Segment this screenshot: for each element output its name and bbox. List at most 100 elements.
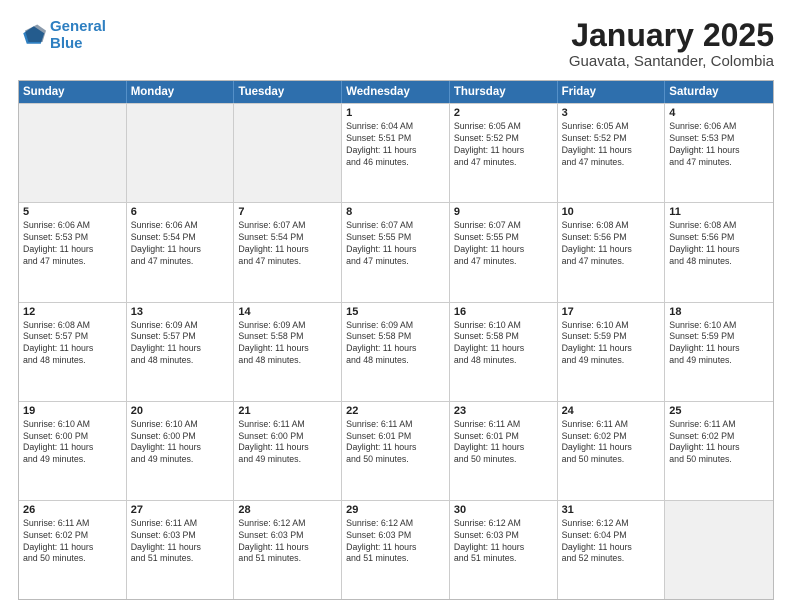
day-number: 7 (238, 206, 337, 218)
calendar-day-27: 27Sunrise: 6:11 AM Sunset: 6:03 PM Dayli… (127, 501, 235, 599)
calendar-day-13: 13 Sunrise: 6:09 AM Sunset: 5:57 PM Dayli… (127, 303, 235, 401)
day-info: Sunrise: 6:06 AM Sunset: 5:53 PM Dayligh… (23, 220, 122, 268)
logo-line2: Blue (50, 35, 83, 52)
day-number: 20 (131, 405, 230, 417)
day-info: Sunrise: 6:11 AM Sunset: 6:02 PM Dayligh… (562, 419, 661, 467)
logo: General Blue (18, 18, 106, 53)
calendar-day-6: 6 Sunrise: 6:06 AM Sunset: 5:54 PM Daylig… (127, 203, 235, 301)
day-info: Sunrise: 6:07 AM Sunset: 5:55 PM Dayligh… (454, 220, 553, 268)
logo-line1: General (50, 18, 106, 35)
calendar-day-30: 30 Sunrise: 6:12 AM Sunset: 6:03 PM Dayli… (450, 501, 558, 599)
title-block: January 2025 Guavata, Santander, Colombi… (569, 18, 774, 70)
calendar-day-1: 1 Sunrise: 6:04 AM Sunset: 5:51 PM Daylig… (342, 104, 450, 202)
day-info: Sunrise: 6:06 AM Sunset: 5:54 PM Dayligh… (131, 220, 230, 268)
day-number: 15 (346, 306, 445, 318)
day-info: Sunrise: 6:10 AM Sunset: 6:00 PM Dayligh… (23, 419, 122, 467)
day-info: Sunrise: 6:06 AM Sunset: 5:53 PM Dayligh… (669, 121, 769, 169)
day-info: Sunrise: 6:07 AM Sunset: 5:54 PM Dayligh… (238, 220, 337, 268)
calendar-day-2: 2Sunrise: 6:05 AM Sunset: 5:52 PM Daylig… (450, 104, 558, 202)
calendar-row-1: 1 Sunrise: 6:04 AM Sunset: 5:51 PM Daylig… (19, 103, 773, 202)
day-number: 1 (346, 107, 445, 119)
day-number: 12 (23, 306, 122, 318)
day-number: 11 (669, 206, 769, 218)
day-info: Sunrise: 6:10 AM Sunset: 5:59 PM Dayligh… (669, 320, 769, 368)
day-info: Sunrise: 6:11 AM Sunset: 6:01 PM Dayligh… (346, 419, 445, 467)
calendar-day-15: 15 Sunrise: 6:09 AM Sunset: 5:58 PM Dayli… (342, 303, 450, 401)
calendar-day-25: 25 Sunrise: 6:11 AM Sunset: 6:02 PM Dayli… (665, 402, 773, 500)
day-info: Sunrise: 6:10 AM Sunset: 5:58 PM Dayligh… (454, 320, 553, 368)
logo-icon (18, 21, 46, 49)
header-day-saturday: Saturday (665, 81, 773, 103)
day-info: Sunrise: 6:07 AM Sunset: 5:55 PM Dayligh… (346, 220, 445, 268)
day-info: Sunrise: 6:11 AM Sunset: 6:02 PM Dayligh… (669, 419, 769, 467)
day-info: Sunrise: 6:05 AM Sunset: 5:52 PM Dayligh… (454, 121, 553, 169)
day-info: Sunrise: 6:09 AM Sunset: 5:58 PM Dayligh… (346, 320, 445, 368)
calendar: SundayMondayTuesdayWednesdayThursdayFrid… (18, 80, 774, 600)
day-number: 8 (346, 206, 445, 218)
day-info: Sunrise: 6:11 AM Sunset: 6:01 PM Dayligh… (454, 419, 553, 467)
day-number: 6 (131, 206, 230, 218)
day-number: 21 (238, 405, 337, 417)
calendar-day-26: 26 Sunrise: 6:11 AM Sunset: 6:02 PM Dayli… (19, 501, 127, 599)
calendar-day-29: 29 Sunrise: 6:12 AM Sunset: 6:03 PM Dayli… (342, 501, 450, 599)
day-number: 5 (23, 206, 122, 218)
header-day-monday: Monday (127, 81, 235, 103)
day-number: 13 (131, 306, 230, 318)
calendar-day-23: 23Sunrise: 6:11 AM Sunset: 6:01 PM Dayli… (450, 402, 558, 500)
day-info: Sunrise: 6:12 AM Sunset: 6:03 PM Dayligh… (454, 518, 553, 566)
day-info: Sunrise: 6:12 AM Sunset: 6:03 PM Dayligh… (238, 518, 337, 566)
calendar-day-4: 4Sunrise: 6:06 AM Sunset: 5:53 PM Daylig… (665, 104, 773, 202)
day-number: 31 (562, 504, 661, 516)
day-info: Sunrise: 6:04 AM Sunset: 5:51 PM Dayligh… (346, 121, 445, 169)
day-info: Sunrise: 6:08 AM Sunset: 5:56 PM Dayligh… (669, 220, 769, 268)
day-number: 27 (131, 504, 230, 516)
calendar-day-empty (127, 104, 235, 202)
day-info: Sunrise: 6:08 AM Sunset: 5:57 PM Dayligh… (23, 320, 122, 368)
day-number: 18 (669, 306, 769, 318)
day-info: Sunrise: 6:11 AM Sunset: 6:02 PM Dayligh… (23, 518, 122, 566)
day-number: 16 (454, 306, 553, 318)
calendar-day-20: 20Sunrise: 6:10 AM Sunset: 6:00 PM Dayli… (127, 402, 235, 500)
day-number: 25 (669, 405, 769, 417)
day-number: 22 (346, 405, 445, 417)
logo-text: General Blue (50, 18, 106, 53)
day-number: 10 (562, 206, 661, 218)
calendar-subtitle: Guavata, Santander, Colombia (569, 53, 774, 70)
calendar-day-8: 8 Sunrise: 6:07 AM Sunset: 5:55 PM Daylig… (342, 203, 450, 301)
calendar-day-28: 28Sunrise: 6:12 AM Sunset: 6:03 PM Dayli… (234, 501, 342, 599)
page: General Blue January 2025 Guavata, Santa… (0, 0, 792, 612)
header: General Blue January 2025 Guavata, Santa… (18, 18, 774, 70)
day-info: Sunrise: 6:12 AM Sunset: 6:04 PM Dayligh… (562, 518, 661, 566)
calendar-title: January 2025 (569, 18, 774, 53)
header-day-thursday: Thursday (450, 81, 558, 103)
calendar-day-10: 10 Sunrise: 6:08 AM Sunset: 5:56 PM Dayli… (558, 203, 666, 301)
calendar-day-16: 16 Sunrise: 6:10 AM Sunset: 5:58 PM Dayli… (450, 303, 558, 401)
day-info: Sunrise: 6:09 AM Sunset: 5:58 PM Dayligh… (238, 320, 337, 368)
calendar-row-4: 19 Sunrise: 6:10 AM Sunset: 6:00 PM Dayli… (19, 401, 773, 500)
calendar-day-14: 14Sunrise: 6:09 AM Sunset: 5:58 PM Dayli… (234, 303, 342, 401)
day-info: Sunrise: 6:09 AM Sunset: 5:57 PM Dayligh… (131, 320, 230, 368)
day-info: Sunrise: 6:12 AM Sunset: 6:03 PM Dayligh… (346, 518, 445, 566)
day-number: 24 (562, 405, 661, 417)
day-number: 19 (23, 405, 122, 417)
day-number: 30 (454, 504, 553, 516)
calendar-day-5: 5 Sunrise: 6:06 AM Sunset: 5:53 PM Daylig… (19, 203, 127, 301)
day-info: Sunrise: 6:08 AM Sunset: 5:56 PM Dayligh… (562, 220, 661, 268)
calendar-day-21: 21 Sunrise: 6:11 AM Sunset: 6:00 PM Dayli… (234, 402, 342, 500)
header-day-friday: Friday (558, 81, 666, 103)
calendar-day-31: 31 Sunrise: 6:12 AM Sunset: 6:04 PM Dayli… (558, 501, 666, 599)
calendar-day-12: 12 Sunrise: 6:08 AM Sunset: 5:57 PM Dayli… (19, 303, 127, 401)
day-info: Sunrise: 6:10 AM Sunset: 5:59 PM Dayligh… (562, 320, 661, 368)
calendar-day-9: 9Sunrise: 6:07 AM Sunset: 5:55 PM Daylig… (450, 203, 558, 301)
calendar-row-5: 26 Sunrise: 6:11 AM Sunset: 6:02 PM Dayli… (19, 500, 773, 599)
header-day-sunday: Sunday (19, 81, 127, 103)
day-number: 29 (346, 504, 445, 516)
header-day-tuesday: Tuesday (234, 81, 342, 103)
calendar-day-empty (234, 104, 342, 202)
day-info: Sunrise: 6:11 AM Sunset: 6:00 PM Dayligh… (238, 419, 337, 467)
calendar-day-7: 7 Sunrise: 6:07 AM Sunset: 5:54 PM Daylig… (234, 203, 342, 301)
calendar-day-22: 22 Sunrise: 6:11 AM Sunset: 6:01 PM Dayli… (342, 402, 450, 500)
calendar-day-11: 11 Sunrise: 6:08 AM Sunset: 5:56 PM Dayli… (665, 203, 773, 301)
day-number: 26 (23, 504, 122, 516)
calendar-header: SundayMondayTuesdayWednesdayThursdayFrid… (19, 81, 773, 103)
